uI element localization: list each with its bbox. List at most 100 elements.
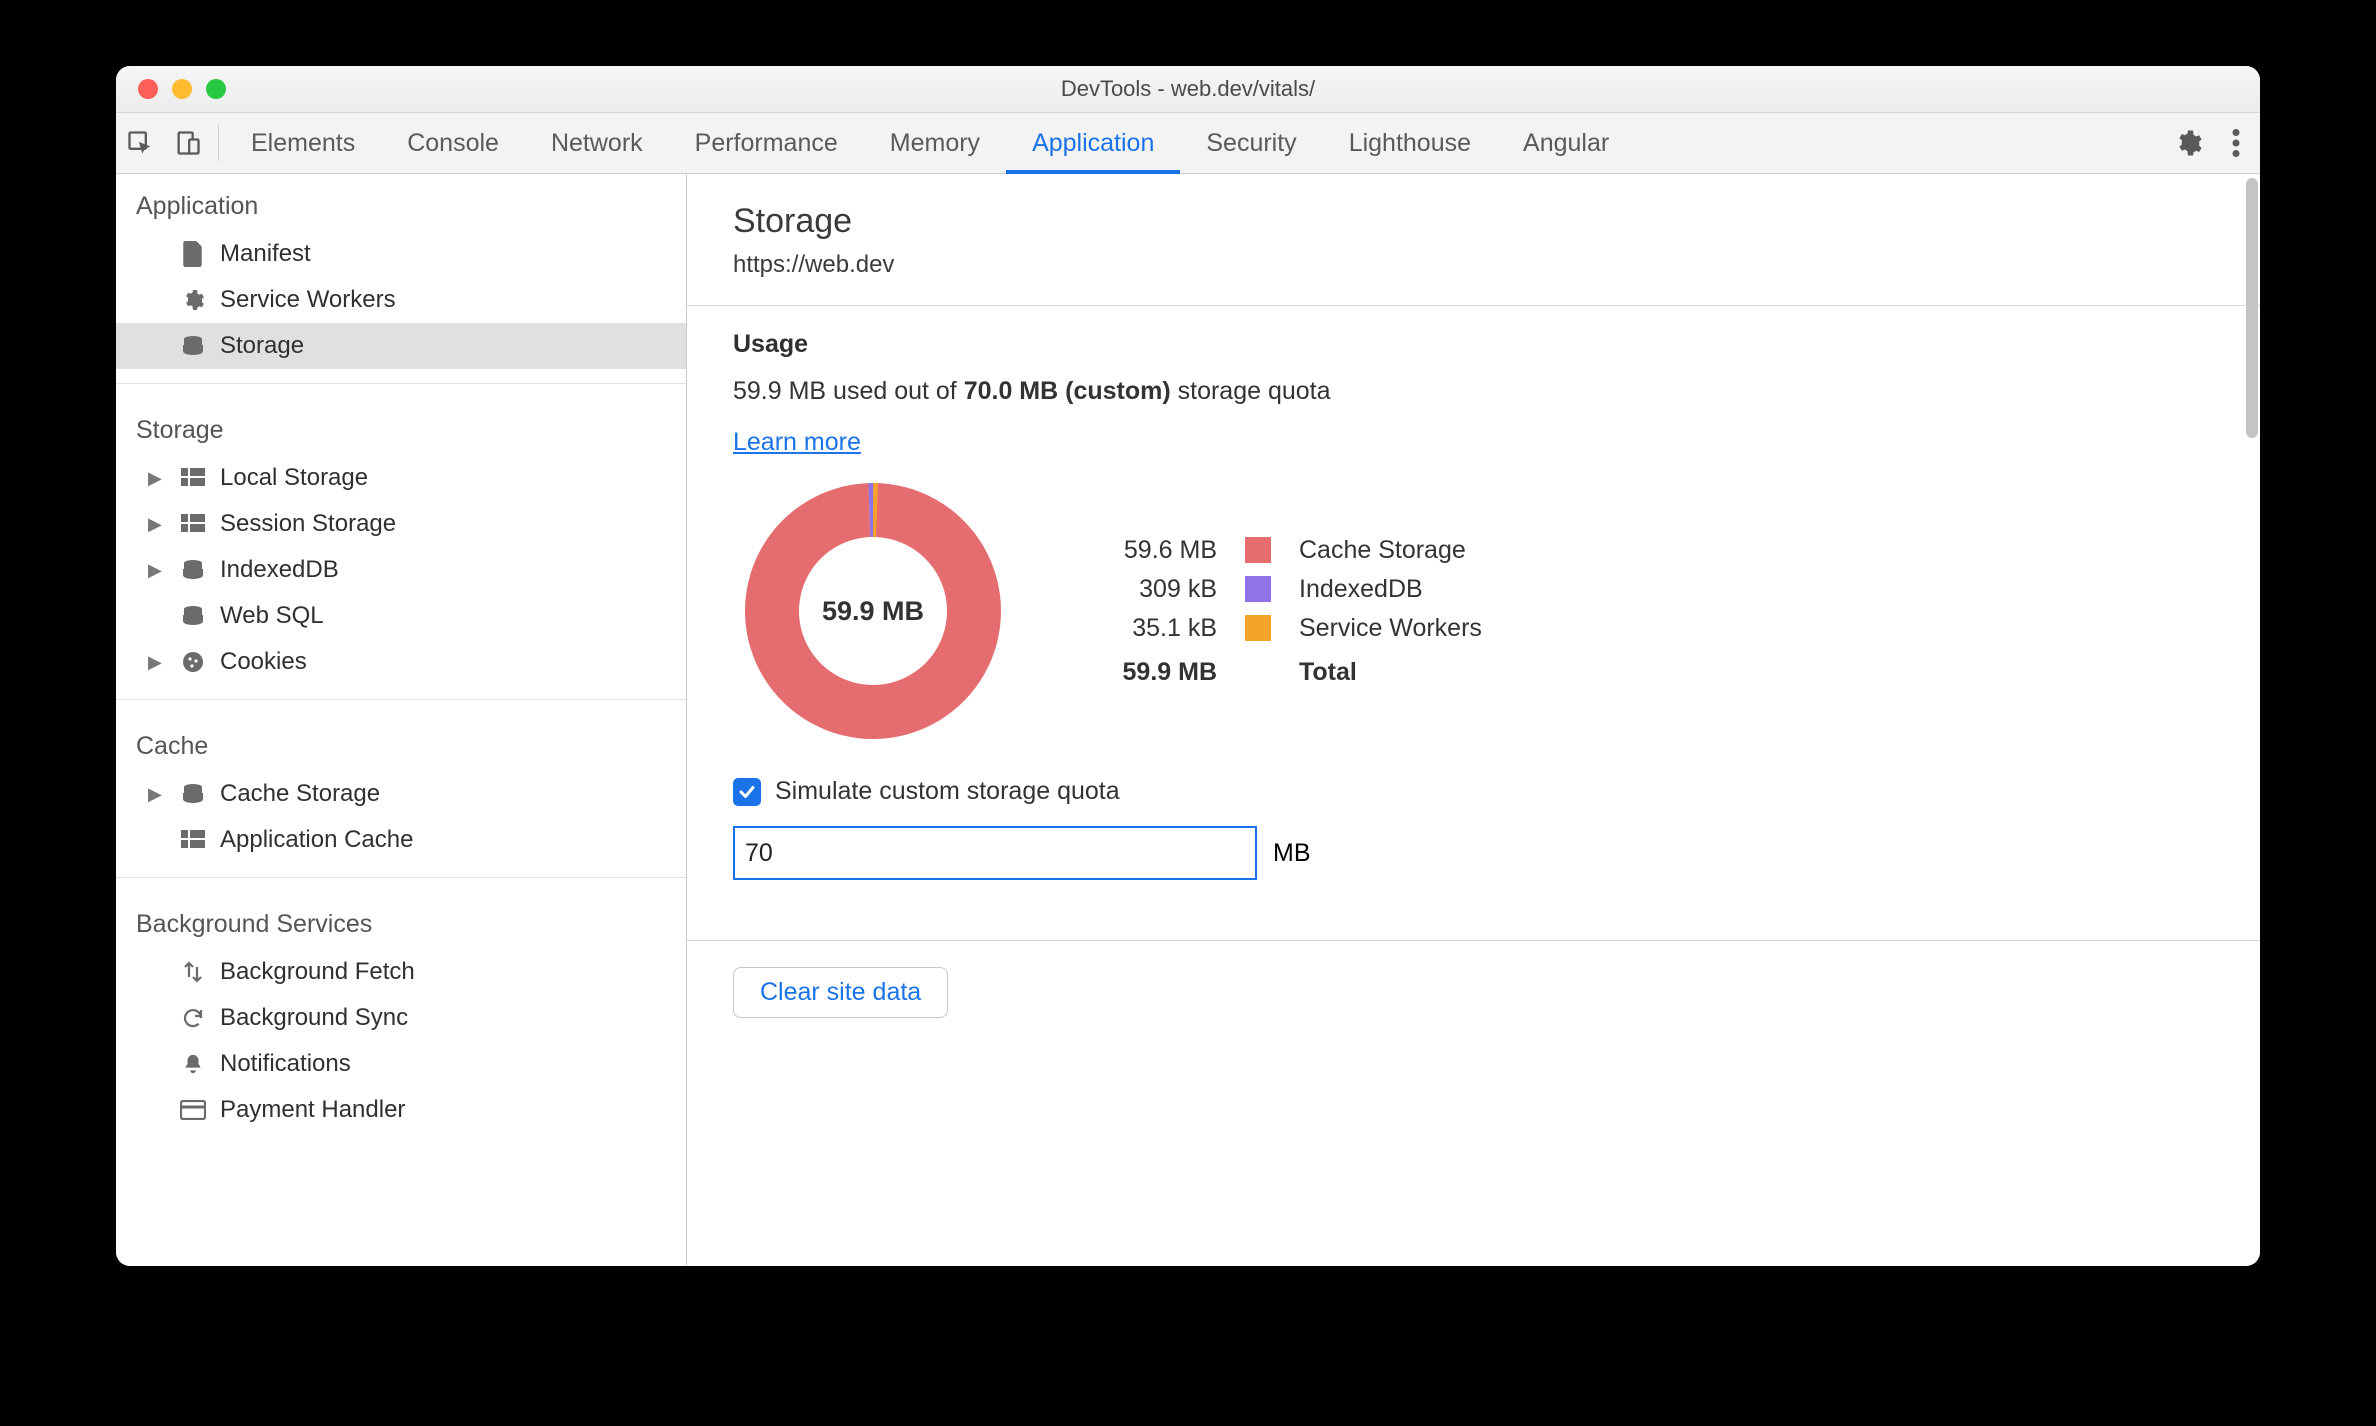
- tab-console[interactable]: Console: [381, 113, 525, 173]
- separator: [116, 877, 686, 878]
- sidebar-item-local-storage[interactable]: ▶ Local Storage: [116, 455, 686, 501]
- sidebar-item-label: Local Storage: [220, 464, 368, 492]
- sidebar-item-label: Notifications: [220, 1050, 351, 1078]
- panel-origin: https://web.dev: [733, 251, 2214, 279]
- legend-row: 59.6 MB Cache Storage: [1083, 531, 1496, 570]
- separator: [687, 940, 2260, 941]
- sidebar-item-label: Background Fetch: [220, 958, 415, 986]
- sidebar-item-label: IndexedDB: [220, 556, 339, 584]
- sidebar-section-title: Storage: [116, 398, 686, 455]
- sidebar-item-label: Session Storage: [220, 510, 396, 538]
- usage-donut-chart: 59.9 MB: [733, 471, 1013, 751]
- sidebar-item-label: Manifest: [220, 240, 311, 268]
- sidebar-item-label: Application Cache: [220, 826, 413, 854]
- legend-swatch: [1231, 570, 1285, 609]
- sync-icon: [178, 1006, 208, 1030]
- separator: [116, 699, 686, 700]
- tabstrip: ElementsConsoleNetworkPerformanceMemoryA…: [116, 113, 2260, 174]
- window-maximize-button[interactable]: [206, 79, 226, 99]
- db-icon: [178, 334, 208, 358]
- sidebar-item-application-cache[interactable]: ▶Application Cache: [116, 817, 686, 863]
- sidebar-item-cache-storage[interactable]: ▶ Cache Storage: [116, 771, 686, 817]
- divider: [218, 125, 219, 161]
- sidebar-item-label: Storage: [220, 332, 304, 360]
- usage-text-prefix: 59.9 MB used out of: [733, 377, 964, 405]
- legend-label: IndexedDB: [1285, 570, 1496, 609]
- sidebar-item-background-fetch[interactable]: ▶Background Fetch: [116, 949, 686, 995]
- sidebar-item-notifications[interactable]: ▶Notifications: [116, 1041, 686, 1087]
- usage-heading: Usage: [733, 330, 2214, 359]
- panel: Storage https://web.dev Usage 59.9 MB us…: [687, 174, 2260, 1266]
- sidebar-item-label: Cache Storage: [220, 780, 380, 808]
- separator: [116, 383, 686, 384]
- sidebar-item-label: Background Sync: [220, 1004, 408, 1032]
- chevron-right-icon: ▶: [148, 560, 166, 581]
- legend-value: 59.6 MB: [1083, 531, 1231, 570]
- usage-text-suffix: storage quota: [1171, 377, 1331, 405]
- donut-center-label: 59.9 MB: [733, 471, 1013, 751]
- sidebar-item-manifest[interactable]: ▶Manifest: [116, 231, 686, 277]
- tab-lighthouse[interactable]: Lighthouse: [1323, 113, 1497, 173]
- sidebar[interactable]: Application▶Manifest▶Service Workers▶Sto…: [116, 174, 687, 1266]
- tab-performance[interactable]: Performance: [669, 113, 864, 173]
- panel-title: Storage: [733, 202, 2214, 241]
- tab-security[interactable]: Security: [1180, 113, 1322, 173]
- learn-more-link[interactable]: Learn more: [733, 428, 861, 457]
- legend-row: 309 kB IndexedDB: [1083, 570, 1496, 609]
- inspect-element-icon[interactable]: [116, 119, 164, 167]
- cookie-icon: [178, 650, 208, 674]
- settings-icon[interactable]: [2164, 119, 2212, 167]
- grid-icon: [178, 830, 208, 850]
- legend-value: 35.1 kB: [1083, 609, 1231, 648]
- sidebar-item-label: Payment Handler: [220, 1096, 405, 1124]
- db-icon: [178, 558, 208, 582]
- quota-input[interactable]: [733, 826, 1257, 880]
- grid-icon: [178, 514, 208, 534]
- more-menu-icon[interactable]: [2212, 119, 2260, 167]
- tab-memory[interactable]: Memory: [864, 113, 1006, 173]
- legend-swatch: [1231, 531, 1285, 570]
- usage-text: 59.9 MB used out of 70.0 MB (custom) sto…: [733, 377, 2214, 406]
- bell-icon: [178, 1052, 208, 1076]
- window-minimize-button[interactable]: [172, 79, 192, 99]
- sidebar-item-label: Cookies: [220, 648, 307, 676]
- sidebar-item-service-workers[interactable]: ▶Service Workers: [116, 277, 686, 323]
- sidebar-item-session-storage[interactable]: ▶Session Storage: [116, 501, 686, 547]
- sidebar-item-payment-handler[interactable]: ▶Payment Handler: [116, 1087, 686, 1133]
- chevron-right-icon: ▶: [148, 468, 166, 489]
- grid-icon: [178, 468, 208, 488]
- doc-icon: [178, 241, 208, 267]
- arrows-icon: [178, 960, 208, 984]
- db-icon: [178, 782, 208, 806]
- tab-network[interactable]: Network: [525, 113, 669, 173]
- tab-angular[interactable]: Angular: [1497, 113, 1635, 173]
- tab-application[interactable]: Application: [1006, 113, 1180, 173]
- chevron-right-icon: ▶: [148, 784, 166, 805]
- sidebar-item-storage[interactable]: ▶Storage: [116, 323, 686, 369]
- chevron-right-icon: ▶: [148, 652, 166, 673]
- db-icon: [178, 604, 208, 628]
- clear-site-data-button[interactable]: Clear site data: [733, 967, 948, 1018]
- window-close-button[interactable]: [138, 79, 158, 99]
- legend-label: Service Workers: [1285, 609, 1496, 648]
- sidebar-item-label: Web SQL: [220, 602, 324, 630]
- sidebar-item-background-sync[interactable]: ▶Background Sync: [116, 995, 686, 1041]
- sidebar-section-title: Application: [116, 174, 686, 231]
- legend-row: 35.1 kB Service Workers: [1083, 609, 1496, 648]
- sidebar-item-label: Service Workers: [220, 286, 396, 314]
- scrollbar[interactable]: [2246, 178, 2258, 438]
- sidebar-item-cookies[interactable]: ▶ Cookies: [116, 639, 686, 685]
- device-toolbar-icon[interactable]: [164, 119, 212, 167]
- window-title: DevTools - web.dev/vitals/: [116, 76, 2260, 102]
- legend-value: 309 kB: [1083, 570, 1231, 609]
- sidebar-item-web-sql[interactable]: ▶Web SQL: [116, 593, 686, 639]
- legend-label: Cache Storage: [1285, 531, 1496, 570]
- sidebar-item-indexeddb[interactable]: ▶ IndexedDB: [116, 547, 686, 593]
- simulate-quota-label: Simulate custom storage quota: [775, 777, 1120, 806]
- tab-elements[interactable]: Elements: [225, 113, 381, 173]
- legend-swatch: [1231, 609, 1285, 648]
- simulate-quota-checkbox[interactable]: [733, 778, 761, 806]
- sidebar-section-title: Cache: [116, 714, 686, 771]
- usage-legend: 59.6 MBCache Storage309 kBIndexedDB35.1 …: [1083, 531, 1496, 692]
- traffic-lights: [116, 79, 226, 99]
